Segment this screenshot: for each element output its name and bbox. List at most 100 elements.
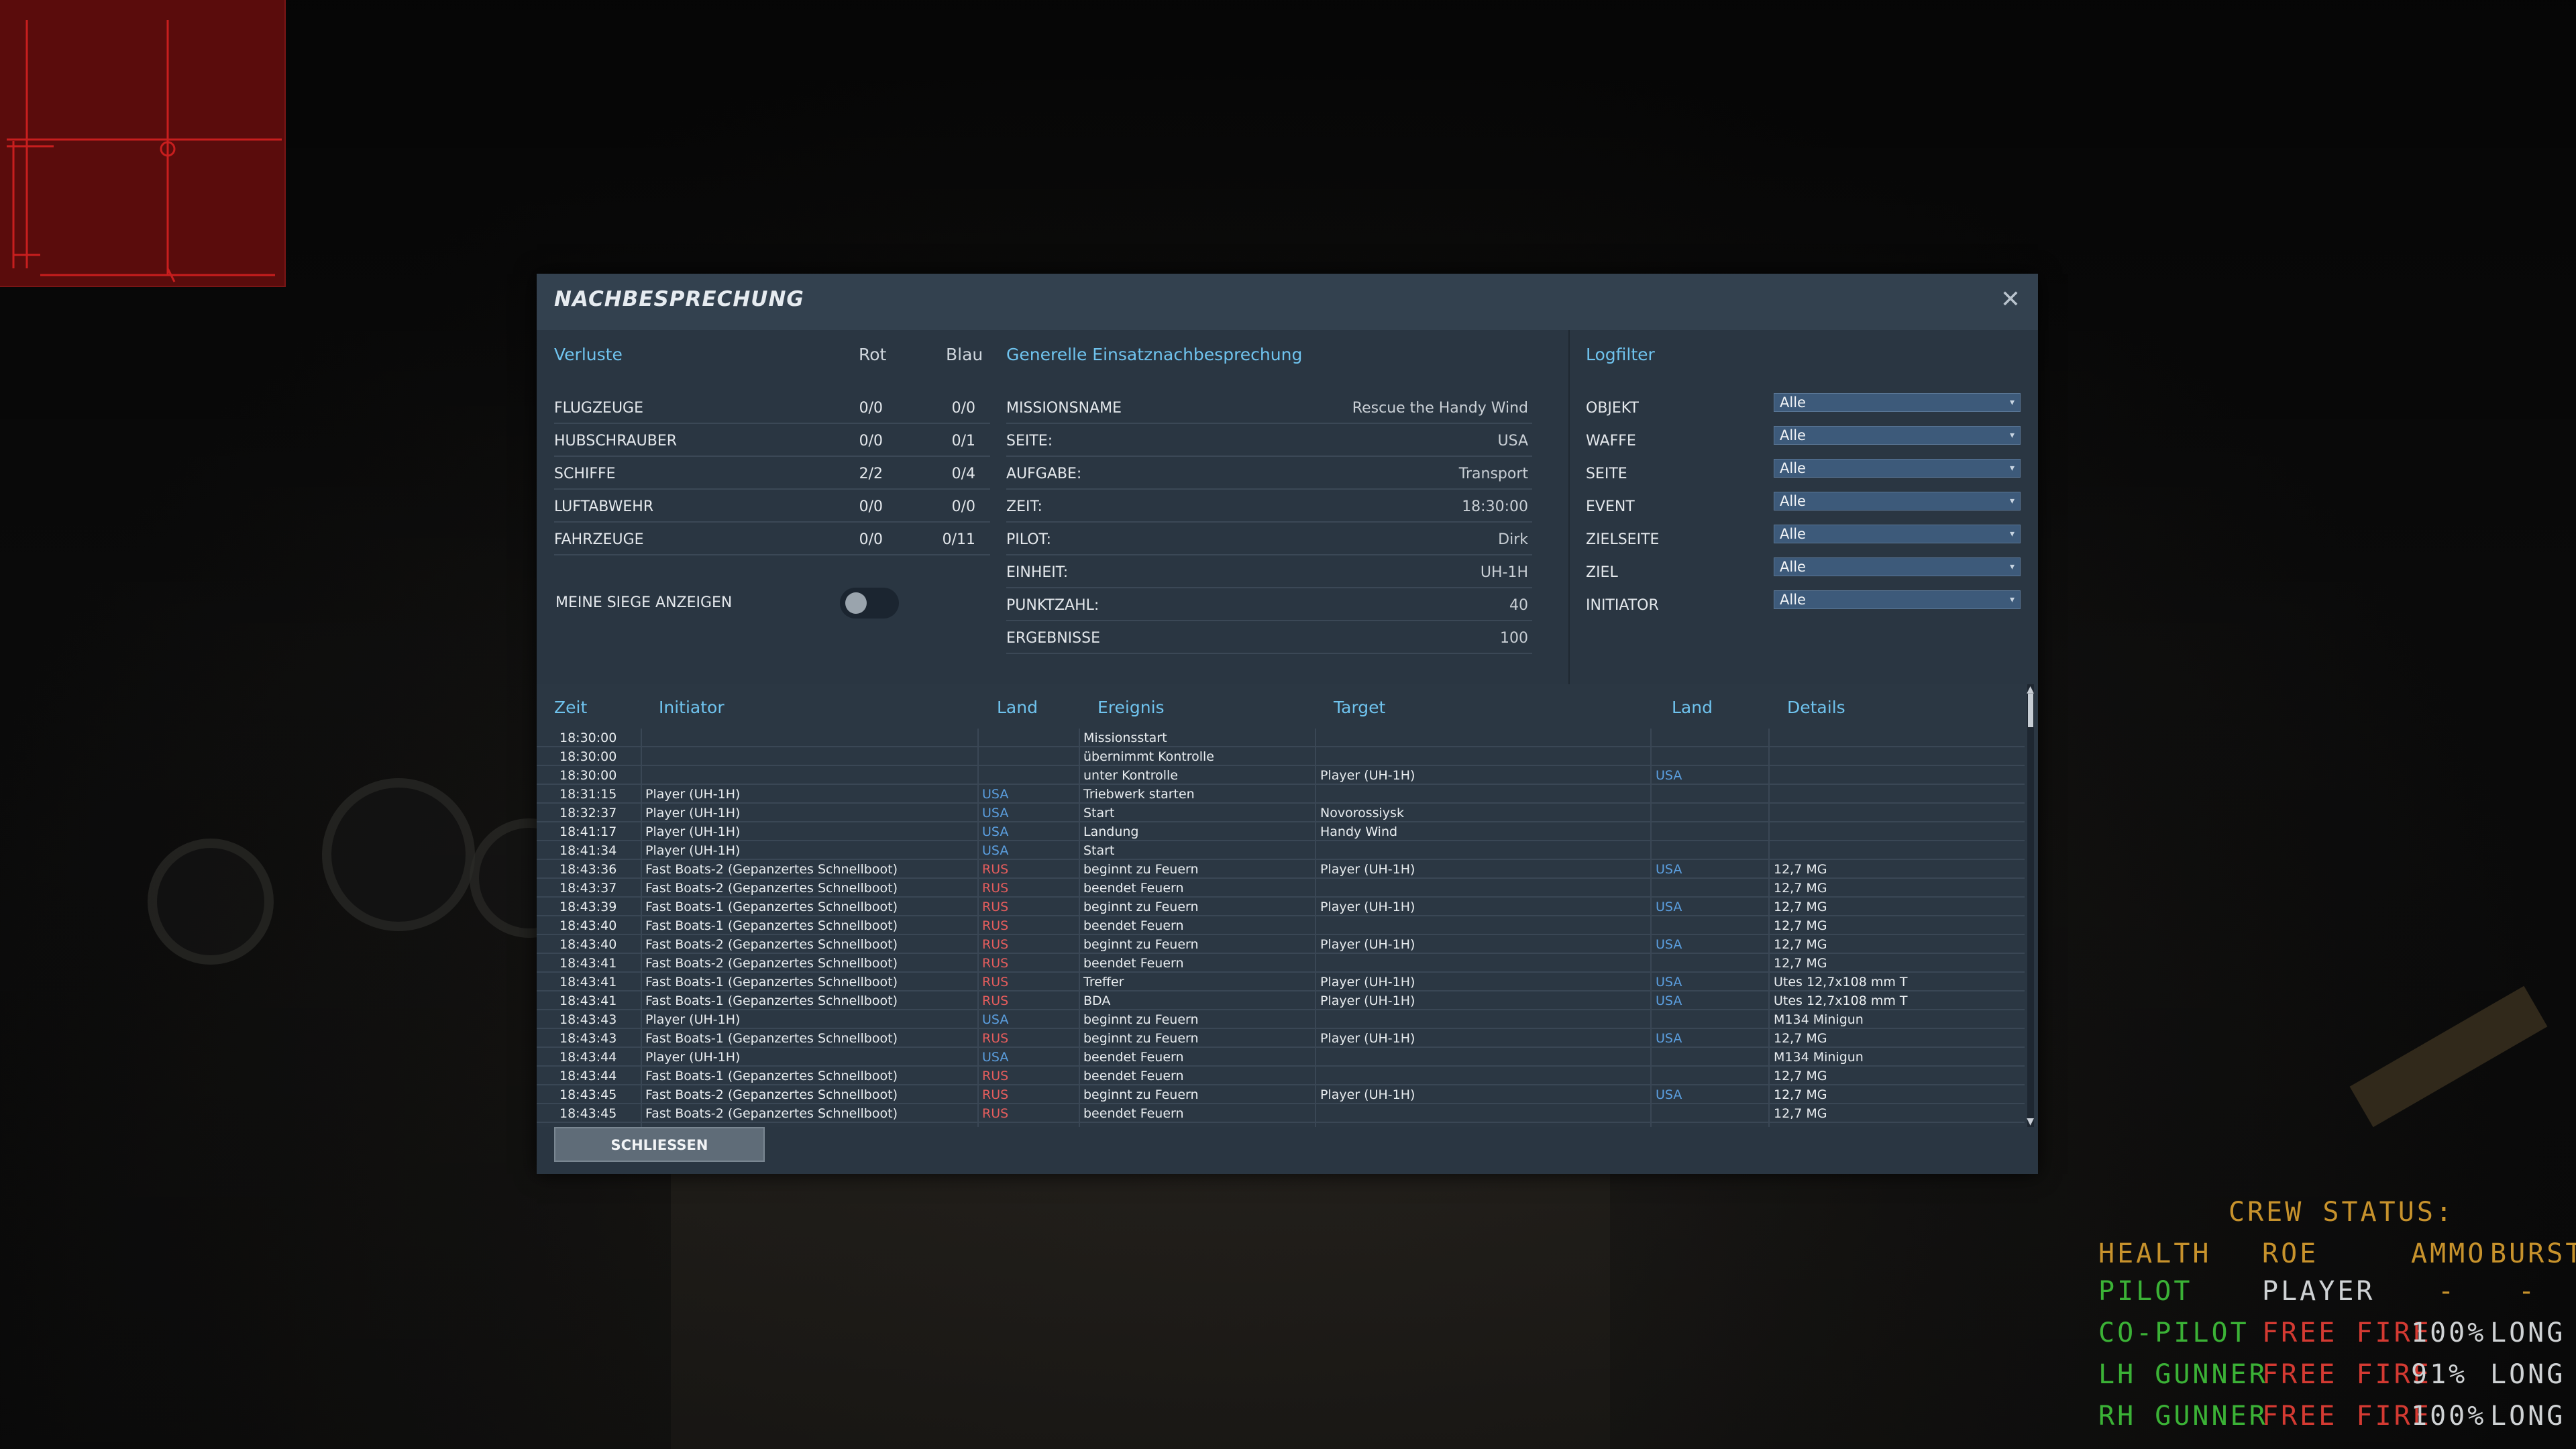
log-row[interactable]: 18:43:41 Fast Boats-1 (Gepanzertes Schne… xyxy=(537,973,2025,991)
log-row[interactable]: 18:43:36 Fast Boats-2 (Gepanzertes Schne… xyxy=(537,860,2025,879)
log-initiator: Fast Boats-2 (Gepanzertes Schnellboot) xyxy=(645,1087,898,1102)
log-initiator: Fast Boats-2 (Gepanzertes Schnellboot) xyxy=(645,956,898,971)
log-row[interactable]: 18:31:15 Player (UH-1H) USA Triebwerk st… xyxy=(537,785,2025,804)
log-scrollbar-thumb[interactable] xyxy=(2028,694,2033,727)
logfilter-select[interactable]: Alle ▾ xyxy=(1774,393,2021,412)
log-row[interactable]: 18:43:40 Fast Boats-1 (Gepanzertes Schne… xyxy=(537,916,2025,935)
logfilter-row: INITIATOR Alle ▾ xyxy=(1586,588,2022,620)
log-row[interactable]: 18:43:41 Fast Boats-2 (Gepanzertes Schne… xyxy=(537,954,2025,973)
log-target: Player (UH-1H) xyxy=(1320,994,1415,1008)
logfilter-select[interactable]: Alle ▾ xyxy=(1774,426,2021,445)
close-icon[interactable]: ✕ xyxy=(2000,286,2021,313)
crew-header-roe: ROE xyxy=(2262,1238,2319,1269)
log-row[interactable]: 18:43:40 Fast Boats-2 (Gepanzertes Schne… xyxy=(537,935,2025,954)
log-initiator: Fast Boats-1 (Gepanzertes Schnellboot) xyxy=(645,900,898,914)
crew-name: PILOT xyxy=(2098,1276,2193,1307)
log-land: USA xyxy=(982,806,1009,820)
logfilter-row: ZIELSEITE Alle ▾ xyxy=(1586,522,2022,554)
logfilter-select[interactable]: Alle ▾ xyxy=(1774,525,2021,543)
log-header-land2[interactable]: Land xyxy=(1672,698,1713,717)
logfilter-select-value: Alle xyxy=(1780,526,1806,542)
log-row[interactable]: 18:43:45 Fast Boats-2 (Gepanzertes Schne… xyxy=(537,1085,2025,1104)
logfilter-select-value: Alle xyxy=(1780,559,1806,575)
log-header-event[interactable]: Ereignis xyxy=(1097,698,1165,717)
log-land: USA xyxy=(982,1050,1009,1065)
log-header-land[interactable]: Land xyxy=(997,698,1038,717)
logfilter-select-value: Alle xyxy=(1780,394,1806,411)
log-target: Player (UH-1H) xyxy=(1320,900,1415,914)
log-header-initiator[interactable]: Initiator xyxy=(659,698,724,717)
losses-row-red: 0/0 xyxy=(859,531,883,548)
logfilter-select[interactable]: Alle ▾ xyxy=(1774,557,2021,576)
log-details: 12,7 MG xyxy=(1774,918,1827,933)
crew-header-burst: BURST xyxy=(2490,1238,2576,1269)
losses-row-red: 2/2 xyxy=(859,466,883,482)
log-row[interactable]: 18:30:00 übernimmt Kontrolle xyxy=(537,747,2025,766)
crew-roe: FREE FIRE xyxy=(2262,1359,2432,1390)
logfilter-row-label: EVENT xyxy=(1586,498,1635,515)
log-row[interactable]: 18:43:41 Fast Boats-1 (Gepanzertes Schne… xyxy=(537,991,2025,1010)
general-row: AUFGABE: Transport xyxy=(1006,456,1532,490)
general-row-value: 100 xyxy=(1500,630,1528,647)
log-row[interactable]: 18:41:17 Player (UH-1H) USA Landung Hand… xyxy=(537,822,2025,841)
logfilter-row-label: WAFFE xyxy=(1586,433,1636,449)
scroll-down-icon[interactable]: ▼ xyxy=(2027,1116,2034,1127)
log-row[interactable]: 18:43:44 Player (UH-1H) USA beendet Feue… xyxy=(537,1048,2025,1067)
log-row[interactable]: 18:43:45 Fast Boats-2 (Gepanzertes Schne… xyxy=(537,1104,2025,1123)
logfilter-select[interactable]: Alle ▾ xyxy=(1774,590,2021,609)
log-row[interactable]: 18:43:37 Fast Boats-2 (Gepanzertes Schne… xyxy=(537,879,2025,898)
log-event: Start xyxy=(1083,806,1115,820)
log-land: RUS xyxy=(982,1031,1009,1046)
logfilter-row: WAFFE Alle ▾ xyxy=(1586,423,2022,455)
log-scrollbar[interactable] xyxy=(2027,684,2034,1127)
log-row[interactable]: 18:43:39 Fast Boats-1 (Gepanzertes Schne… xyxy=(537,898,2025,916)
log-land: RUS xyxy=(982,994,1009,1008)
log-target: Player (UH-1H) xyxy=(1320,1087,1415,1102)
log-row[interactable]: 18:41:34 Player (UH-1H) USA Start xyxy=(537,841,2025,860)
log-target: Player (UH-1H) xyxy=(1320,975,1415,989)
debriefing-dialog: NACHBESPRECHUNG ✕ Verluste Rot Blau FLUG… xyxy=(537,274,2038,1174)
log-row[interactable]: 18:43:43 Player (UH-1H) USA beginnt zu F… xyxy=(537,1010,2025,1029)
scroll-up-icon[interactable]: ▲ xyxy=(2027,684,2034,695)
logfilter-select[interactable]: Alle ▾ xyxy=(1774,492,2021,511)
show-my-kills-toggle[interactable] xyxy=(840,588,899,619)
log-event: Triebwerk starten xyxy=(1083,787,1195,802)
event-log-table: Zeit Initiator Land Ereignis Target Land… xyxy=(537,684,2038,1127)
losses-row-red: 0/0 xyxy=(859,433,883,449)
log-initiator: Fast Boats-1 (Gepanzertes Schnellboot) xyxy=(645,975,898,989)
log-event: Treffer xyxy=(1083,975,1124,989)
crew-roe: FREE FIRE xyxy=(2262,1401,2432,1432)
chevron-down-icon: ▾ xyxy=(2009,529,2015,539)
log-target-land: USA xyxy=(1656,994,1682,1008)
log-event: beendet Feuern xyxy=(1083,1069,1184,1083)
crew-burst: LONG xyxy=(2490,1401,2566,1432)
log-header-details[interactable]: Details xyxy=(1787,698,1845,717)
log-land: RUS xyxy=(982,1069,1009,1083)
logfilter-select[interactable]: Alle ▾ xyxy=(1774,459,2021,478)
log-row[interactable]: 18:32:37 Player (UH-1H) USA Start Novoro… xyxy=(537,804,2025,822)
log-target: Player (UH-1H) xyxy=(1320,937,1415,952)
close-button[interactable]: SCHLIESSEN xyxy=(554,1127,765,1162)
logfilter-row-label: INITIATOR xyxy=(1586,597,1659,614)
log-event: beendet Feuern xyxy=(1083,956,1184,971)
log-row[interactable]: 18:43:44 Fast Boats-1 (Gepanzertes Schne… xyxy=(537,1067,2025,1085)
log-target: Player (UH-1H) xyxy=(1320,768,1415,783)
log-header-target[interactable]: Target xyxy=(1334,698,1385,717)
log-details: 12,7 MG xyxy=(1774,862,1827,877)
logfilter-header: Logfilter xyxy=(1586,345,1655,364)
losses-row-label: HUBSCHRAUBER xyxy=(554,433,678,449)
log-details: 12,7 MG xyxy=(1774,900,1827,914)
chevron-down-icon: ▾ xyxy=(2009,463,2015,474)
log-row[interactable]: 18:30:00 unter Kontrolle Player (UH-1H) … xyxy=(537,766,2025,785)
log-target: Player (UH-1H) xyxy=(1320,1031,1415,1046)
logfilter-select-value: Alle xyxy=(1780,427,1806,443)
log-row[interactable]: 18:30:00 Missionsstart xyxy=(537,729,2025,747)
log-land: RUS xyxy=(982,1087,1009,1102)
chevron-down-icon: ▾ xyxy=(2009,430,2015,441)
log-event: beginnt zu Feuern xyxy=(1083,937,1199,952)
log-row[interactable]: 18:43:43 Fast Boats-1 (Gepanzertes Schne… xyxy=(537,1029,2025,1048)
log-header-time[interactable]: Zeit xyxy=(554,698,587,717)
log-details: 12,7 MG xyxy=(1774,956,1827,971)
general-row-label: EINHEIT: xyxy=(1006,564,1069,581)
general-row-label: PUNKTZAHL: xyxy=(1006,597,1099,614)
